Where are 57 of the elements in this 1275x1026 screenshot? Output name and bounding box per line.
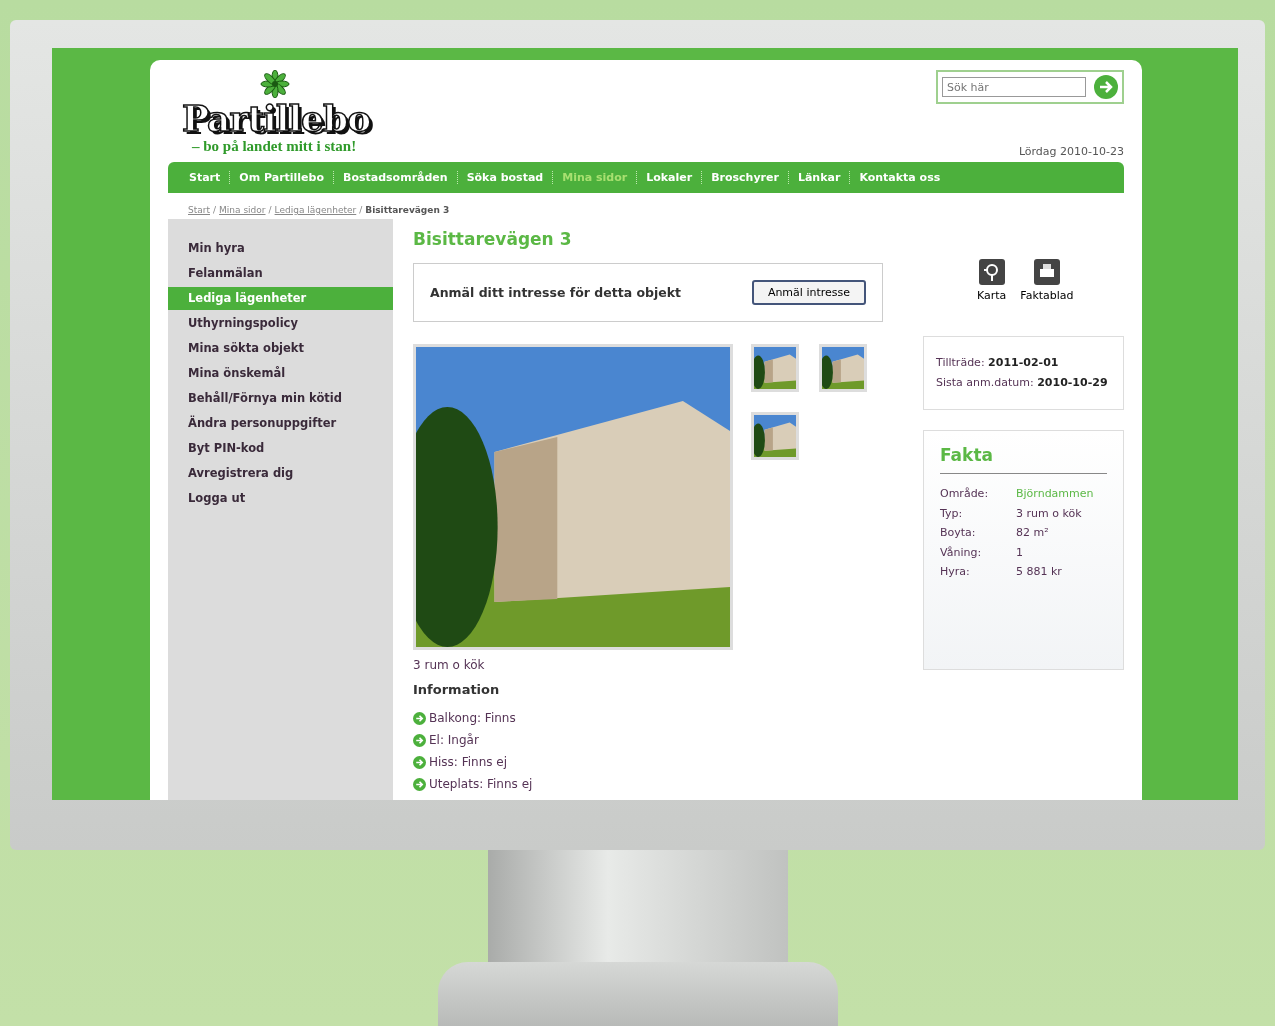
fact-label: Boyta: xyxy=(940,525,977,541)
separator: / xyxy=(359,205,363,215)
date-value: 2011-02-01 xyxy=(988,356,1059,369)
sidebar-item[interactable]: Uthyrningspolicy xyxy=(168,312,393,335)
sidebar-item[interactable]: Felanmälan xyxy=(168,262,393,285)
info-item: Balkong: Finns xyxy=(429,711,516,725)
arrow-right-icon xyxy=(413,777,426,791)
flower-icon xyxy=(260,70,290,98)
breadcrumb-link[interactable]: Mina sidor xyxy=(219,205,266,215)
sidebar-item[interactable]: Logga ut xyxy=(168,487,393,510)
fact-label: Område: xyxy=(940,486,990,502)
interest-text: Anmäl ditt intresse för detta objekt xyxy=(430,285,681,300)
breadcrumb-current: Bisittarevägen 3 xyxy=(365,205,450,215)
fact-label: Våning: xyxy=(940,544,983,561)
sidebar-item[interactable]: Avregistrera dig xyxy=(168,462,393,485)
photo-placeholder[interactable] xyxy=(751,344,799,392)
page-title: Bisittarevägen 3 xyxy=(413,229,573,249)
section-heading: Fakta xyxy=(940,445,1107,474)
fact-value: 1 xyxy=(1016,544,1023,561)
sidebar-item[interactable]: Ändra personuppgifter xyxy=(168,412,393,435)
date-value: 2010-10-29 xyxy=(1037,376,1108,389)
date: Lördag 2010-10-23 xyxy=(1018,145,1124,158)
sidebar-item[interactable]: Min hyra xyxy=(168,237,393,260)
printer-icon xyxy=(1033,259,1060,285)
info-item: Uteplats: Finns ej xyxy=(429,777,533,791)
photo-placeholder[interactable] xyxy=(819,344,867,392)
fact-value: 3 rum o kök xyxy=(1016,505,1082,522)
tool-button[interactable]: Karta xyxy=(977,259,1007,317)
search-box[interactable]: Sök här xyxy=(936,70,1124,104)
interest-button[interactable]: Anmäl intresse xyxy=(751,280,866,305)
fact-value: 5 881 kr xyxy=(1016,564,1062,580)
arrow-right-icon xyxy=(413,733,426,747)
fact-value: 82 m² xyxy=(1016,525,1049,541)
separator: / xyxy=(213,205,217,215)
map-pin-icon xyxy=(978,259,1005,285)
slogan: – bo på landet mitt i stan! xyxy=(191,138,358,155)
fact-label: Hyra: xyxy=(940,564,971,580)
sidebar-item[interactable]: Behåll/Förnya min kötid xyxy=(168,387,393,410)
sidebar-item[interactable]: Byt PIN-kod xyxy=(168,437,393,460)
photo-caption: 3 rum o kök xyxy=(413,658,486,672)
tool-button[interactable]: Faktablad xyxy=(1020,259,1074,317)
arrow-right-icon[interactable] xyxy=(1094,75,1118,99)
date-label: Tillträde: xyxy=(936,356,985,369)
breadcrumb-link[interactable]: Start xyxy=(188,205,210,215)
sidebar-item[interactable]: Mina önskemål xyxy=(168,362,393,385)
photo-placeholder[interactable] xyxy=(751,412,799,460)
fact-label: Typ: xyxy=(940,505,964,522)
separator: / xyxy=(268,205,272,215)
arrow-right-icon xyxy=(413,711,426,725)
date-label: Sista anm.datum: xyxy=(936,376,1034,389)
arrow-right-icon xyxy=(413,755,426,769)
logo-text[interactable]: Partillebo xyxy=(182,98,371,138)
section-heading: Information xyxy=(413,682,501,697)
info-item: El: Ingår xyxy=(429,733,479,747)
breadcrumb-link[interactable]: Lediga lägenheter xyxy=(274,205,357,215)
info-item: Hiss: Finns ej xyxy=(429,755,508,769)
sidebar-item[interactable]: Mina sökta objekt xyxy=(168,337,393,360)
